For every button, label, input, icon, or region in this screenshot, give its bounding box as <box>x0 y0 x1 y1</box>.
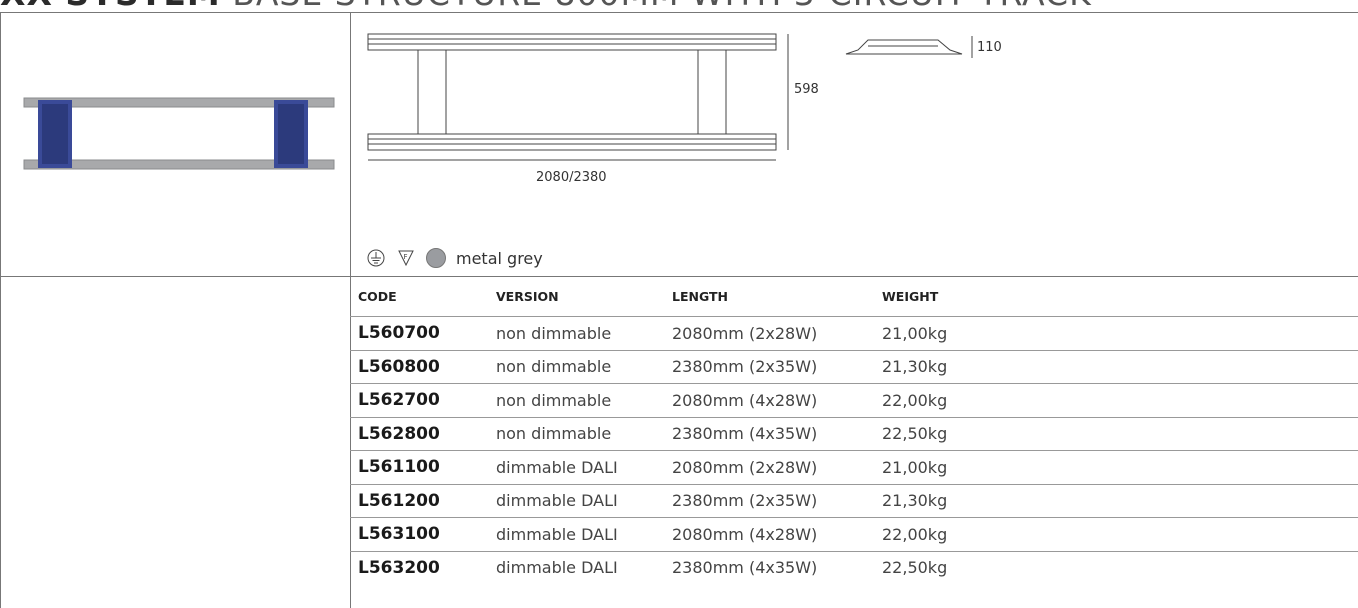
height-dimension: 110 <box>977 40 1002 55</box>
profile-drawing <box>845 36 973 58</box>
cell-weight: 22,50kg <box>874 416 1358 451</box>
cell-length: 2380mm (4x35W) <box>664 550 874 584</box>
cell-length: 2080mm (4x28W) <box>664 517 874 551</box>
product-photo <box>23 97 335 170</box>
cell-weight: 21,30kg <box>874 483 1358 518</box>
cell-length: 2080mm (2x28W) <box>664 316 874 350</box>
table-row: L563100 dimmable DALI 2080mm (4x28W) 22,00k… <box>350 517 1358 551</box>
cell-code: L560700 <box>350 316 488 350</box>
depth-dimension: 598 <box>794 82 819 97</box>
svg-text:F: F <box>404 253 408 261</box>
cell-code: L562800 <box>350 416 488 451</box>
spec-table: CODE VERSION LENGTH WEIGHT L560700 non di… <box>350 276 1358 584</box>
table-row: L561100 dimmable DALI 2080mm (2x28W) 21,00k… <box>350 450 1358 484</box>
cell-code: L563100 <box>350 517 488 551</box>
frame-left-line <box>0 12 1 608</box>
table-row: L560800 non dimmable 2380mm (2x35W) 21,30kg <box>350 349 1358 384</box>
cell-code: L561100 <box>350 450 488 484</box>
table-row: L562700 non dimmable 2080mm (4x28W) 22,00kg <box>350 383 1358 417</box>
cell-weight: 22,50kg <box>874 550 1358 584</box>
cell-code: L561200 <box>350 483 488 518</box>
finish-label: metal grey <box>456 248 543 268</box>
header-code: CODE <box>358 288 397 304</box>
cell-weight: 22,00kg <box>874 517 1358 551</box>
width-dimension: 2080/2380 <box>536 170 607 185</box>
metal-grey-swatch <box>426 248 446 268</box>
table-row: L560700 non dimmable 2080mm (2x28W) 21,00kg <box>350 316 1358 350</box>
header-length: LENGTH <box>672 288 728 304</box>
cell-code: L560800 <box>350 349 488 384</box>
cell-version: non dimmable <box>488 383 664 417</box>
cell-code: L562700 <box>350 383 488 417</box>
table-row: L561200 dimmable DALI 2380mm (2x35W) 21,30k… <box>350 483 1358 518</box>
cell-weight: 22,00kg <box>874 383 1358 417</box>
cell-length: 2080mm (4x28W) <box>664 383 874 417</box>
cell-weight: 21,00kg <box>874 450 1358 484</box>
frame-top-line <box>0 12 1358 13</box>
cell-version: dimmable DALI <box>488 517 664 551</box>
cell-length: 2380mm (2x35W) <box>664 349 874 384</box>
cell-code: L563200 <box>350 550 488 584</box>
cell-length: 2080mm (2x28W) <box>664 450 874 484</box>
cell-length: 2380mm (4x35W) <box>664 416 874 451</box>
technical-drawing <box>367 33 789 161</box>
header-weight: WEIGHT <box>882 288 939 304</box>
earth-ground-icon <box>366 248 386 268</box>
cell-weight: 21,30kg <box>874 349 1358 384</box>
finish-legend: F metal grey <box>366 246 543 270</box>
f-mark-icon: F <box>396 248 416 268</box>
cell-version: dimmable DALI <box>488 483 664 518</box>
header-version: VERSION <box>496 288 559 304</box>
table-header-row: CODE VERSION LENGTH WEIGHT <box>350 276 1358 317</box>
cell-version: non dimmable <box>488 416 664 451</box>
cell-version: dimmable DALI <box>488 450 664 484</box>
cell-version: non dimmable <box>488 349 664 384</box>
table-row: L563200 dimmable DALI 2380mm (4x35W) 22,50k… <box>350 550 1358 584</box>
cell-length: 2380mm (2x35W) <box>664 483 874 518</box>
page-title: XX SYSTEM BASE STRUCTURE 800MM WITH 3-CI… <box>0 0 1092 12</box>
cell-weight: 21,00kg <box>874 316 1358 350</box>
cell-version: dimmable DALI <box>488 550 664 584</box>
cell-version: non dimmable <box>488 316 664 350</box>
table-row: L562800 non dimmable 2380mm (4x35W) 22,50kg <box>350 416 1358 451</box>
